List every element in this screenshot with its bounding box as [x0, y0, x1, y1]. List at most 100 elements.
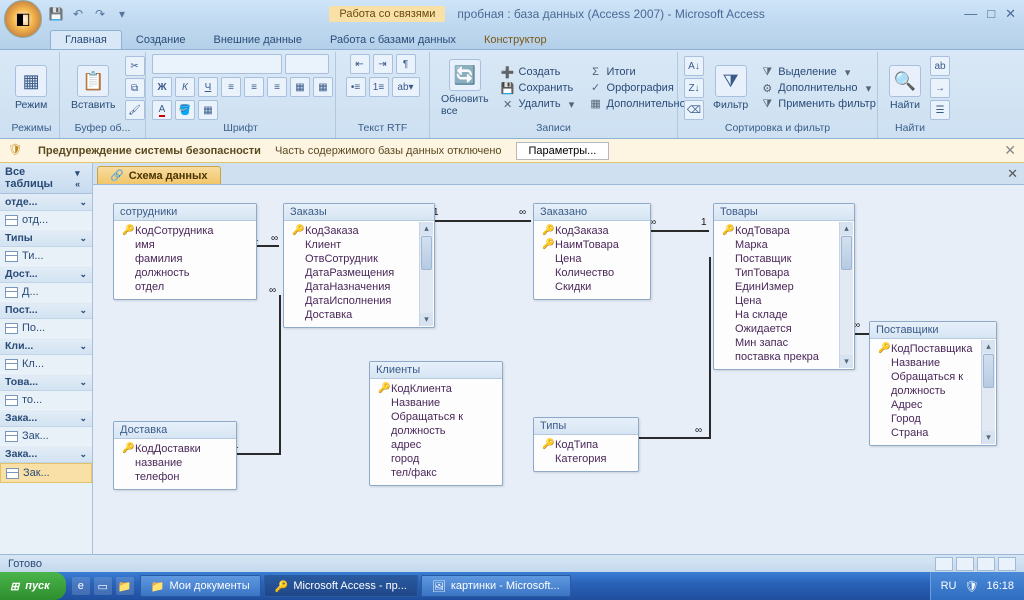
nav-group[interactable]: Дост...⌄ [0, 266, 92, 283]
field-row[interactable]: 🔑КодКлиента [374, 382, 500, 396]
field-row[interactable]: Поставщик [718, 252, 852, 266]
tab-schema[interactable]: 🔗Схема данных [97, 166, 221, 184]
new-record-button[interactable]: ➕Создать [498, 65, 582, 80]
field-row[interactable]: ОтвСотрудник [288, 252, 432, 266]
align-center-icon[interactable]: ≡ [244, 77, 264, 97]
field-row[interactable]: Доставка [288, 308, 432, 322]
field-row[interactable]: должность [374, 424, 500, 438]
field-row[interactable]: 🔑КодЗаказа [288, 224, 432, 238]
tab-dbtools[interactable]: Работа с базами данных [316, 31, 470, 49]
relationships-canvas[interactable]: 1∞ 1∞ ∞1 ∞1 1∞ ∞1 1∞ сотрудники 🔑КодСотр… [93, 185, 1024, 554]
field-row[interactable]: отдел [118, 280, 254, 294]
field-row[interactable]: 🔑КодПоставщика [874, 342, 994, 356]
underline-icon[interactable]: Ч [198, 77, 218, 97]
tab-close-icon[interactable]: ✕ [1001, 164, 1024, 184]
field-row[interactable]: Категория [538, 452, 636, 466]
sort-desc-icon[interactable]: Z↓ [684, 78, 704, 98]
font-combo[interactable] [152, 54, 282, 74]
table-dostavka[interactable]: Доставка 🔑КодДоставкиназваниетелефон [113, 421, 237, 490]
nav-group[interactable]: Зака...⌄ [0, 446, 92, 463]
security-close-icon[interactable]: ✕ [1004, 142, 1016, 159]
tab-home[interactable]: Главная [50, 30, 122, 49]
nav-item[interactable]: По... [0, 319, 92, 338]
navigation-pane[interactable]: Все таблицы▾ « отде...⌄отд...Типы⌄Ти...Д… [0, 163, 93, 554]
office-button[interactable]: ◧ [4, 0, 42, 38]
selection-filter-button[interactable]: ⧩Выделение▾ [757, 65, 879, 80]
field-row[interactable]: Город [874, 412, 994, 426]
field-row[interactable]: Название [874, 356, 994, 370]
scrollbar[interactable]: ▴▾ [981, 340, 995, 444]
undo-icon[interactable]: ↶ [70, 6, 86, 22]
explorer-icon[interactable]: 📁 [116, 577, 134, 595]
nav-item[interactable]: отд... [0, 211, 92, 230]
field-row[interactable]: На складе [718, 308, 852, 322]
nav-item[interactable]: Кл... [0, 355, 92, 374]
restore-icon[interactable]: □ [987, 6, 995, 22]
field-row[interactable]: ДатаИсполнения [288, 294, 432, 308]
field-row[interactable]: Количество [538, 266, 648, 280]
paste-button[interactable]: 📋Вставить [66, 62, 121, 114]
goto-icon[interactable]: → [930, 78, 950, 98]
system-tray[interactable]: RU 🛡 16:18 [930, 572, 1024, 600]
refresh-button[interactable]: 🔄Обновить все [436, 56, 494, 120]
field-row[interactable]: Ожидается [718, 322, 852, 336]
font-size-combo[interactable] [285, 54, 329, 74]
field-row[interactable]: Цена [718, 294, 852, 308]
nav-group[interactable]: Това...⌄ [0, 374, 92, 391]
field-row[interactable]: Мин запас [718, 336, 852, 350]
tab-external[interactable]: Внешние данные [200, 31, 316, 49]
table-klienty[interactable]: Клиенты 🔑КодКлиентаНазваниеОбращаться кд… [369, 361, 503, 486]
fill-color-icon[interactable]: 🪣 [175, 100, 195, 120]
field-row[interactable]: 🔑КодДоставки [118, 442, 234, 456]
close-icon[interactable]: ✕ [1005, 6, 1016, 22]
indent-dec-icon[interactable]: ⇤ [350, 54, 370, 74]
lang-indicator[interactable]: RU [941, 580, 957, 592]
field-row[interactable]: ДатаРазмещения [288, 266, 432, 280]
highlight-icon[interactable]: ab▾ [392, 77, 420, 97]
field-row[interactable]: должность [874, 384, 994, 398]
nav-item[interactable]: Зак... [0, 463, 92, 483]
scrollbar[interactable]: ▴▾ [419, 222, 433, 326]
bullets-icon[interactable]: •≡ [346, 77, 366, 97]
table-tovary[interactable]: Товары 🔑КодТовараМаркаПоставщикТипТовара… [713, 203, 855, 370]
field-row[interactable]: тел/факс [374, 466, 500, 480]
taskbar-item[interactable]: 📁Мои документы [140, 575, 261, 597]
field-row[interactable]: Обращаться к [374, 410, 500, 424]
table-zakazano[interactable]: Заказано 🔑КодЗаказа🔑НаимТовараЦенаКоличе… [533, 203, 651, 300]
replace-icon[interactable]: ab [930, 56, 950, 76]
field-row[interactable]: Обращаться к [874, 370, 994, 384]
minimize-icon[interactable]: — [964, 6, 977, 22]
desktop-icon[interactable]: ▭ [94, 577, 112, 595]
field-row[interactable]: город [374, 452, 500, 466]
field-row[interactable]: фамилия [118, 252, 254, 266]
nav-group[interactable]: Кли...⌄ [0, 338, 92, 355]
view-button[interactable]: ▦Режим [10, 62, 52, 114]
security-options-button[interactable]: Параметры... [516, 142, 610, 160]
italic-icon[interactable]: К [175, 77, 195, 97]
field-row[interactable]: телефон [118, 470, 234, 484]
view-btn-2[interactable] [956, 557, 974, 571]
field-row[interactable]: Название [374, 396, 500, 410]
field-row[interactable]: Марка [718, 238, 852, 252]
tab-design[interactable]: Конструктор [470, 31, 561, 49]
find-button[interactable]: 🔍Найти [884, 62, 926, 114]
sort-asc-icon[interactable]: A↓ [684, 56, 704, 76]
redo-icon[interactable]: ↷ [92, 6, 108, 22]
nav-group[interactable]: Зака...⌄ [0, 410, 92, 427]
taskbar-item[interactable]: 🖼картинки - Microsoft... [421, 575, 571, 597]
field-row[interactable]: 🔑КодСотрудника [118, 224, 254, 238]
field-row[interactable]: Цена [538, 252, 648, 266]
field-row[interactable]: Страна [874, 426, 994, 440]
field-row[interactable]: ДатаНазначения [288, 280, 432, 294]
ltr-icon[interactable]: ¶ [396, 54, 416, 74]
tab-create[interactable]: Создание [122, 31, 200, 49]
nav-group[interactable]: Пост...⌄ [0, 302, 92, 319]
numbering-icon[interactable]: 1≡ [369, 77, 389, 97]
nav-item[interactable]: Ти... [0, 247, 92, 266]
field-row[interactable]: 🔑КодТипа [538, 438, 636, 452]
indent-inc-icon[interactable]: ⇥ [373, 54, 393, 74]
table-zakazy[interactable]: Заказы 🔑КодЗаказаКлиентОтвСотрудникДатаР… [283, 203, 435, 328]
save-icon[interactable]: 💾 [48, 6, 64, 22]
bold-icon[interactable]: Ж [152, 77, 172, 97]
clock[interactable]: 16:18 [986, 580, 1014, 592]
